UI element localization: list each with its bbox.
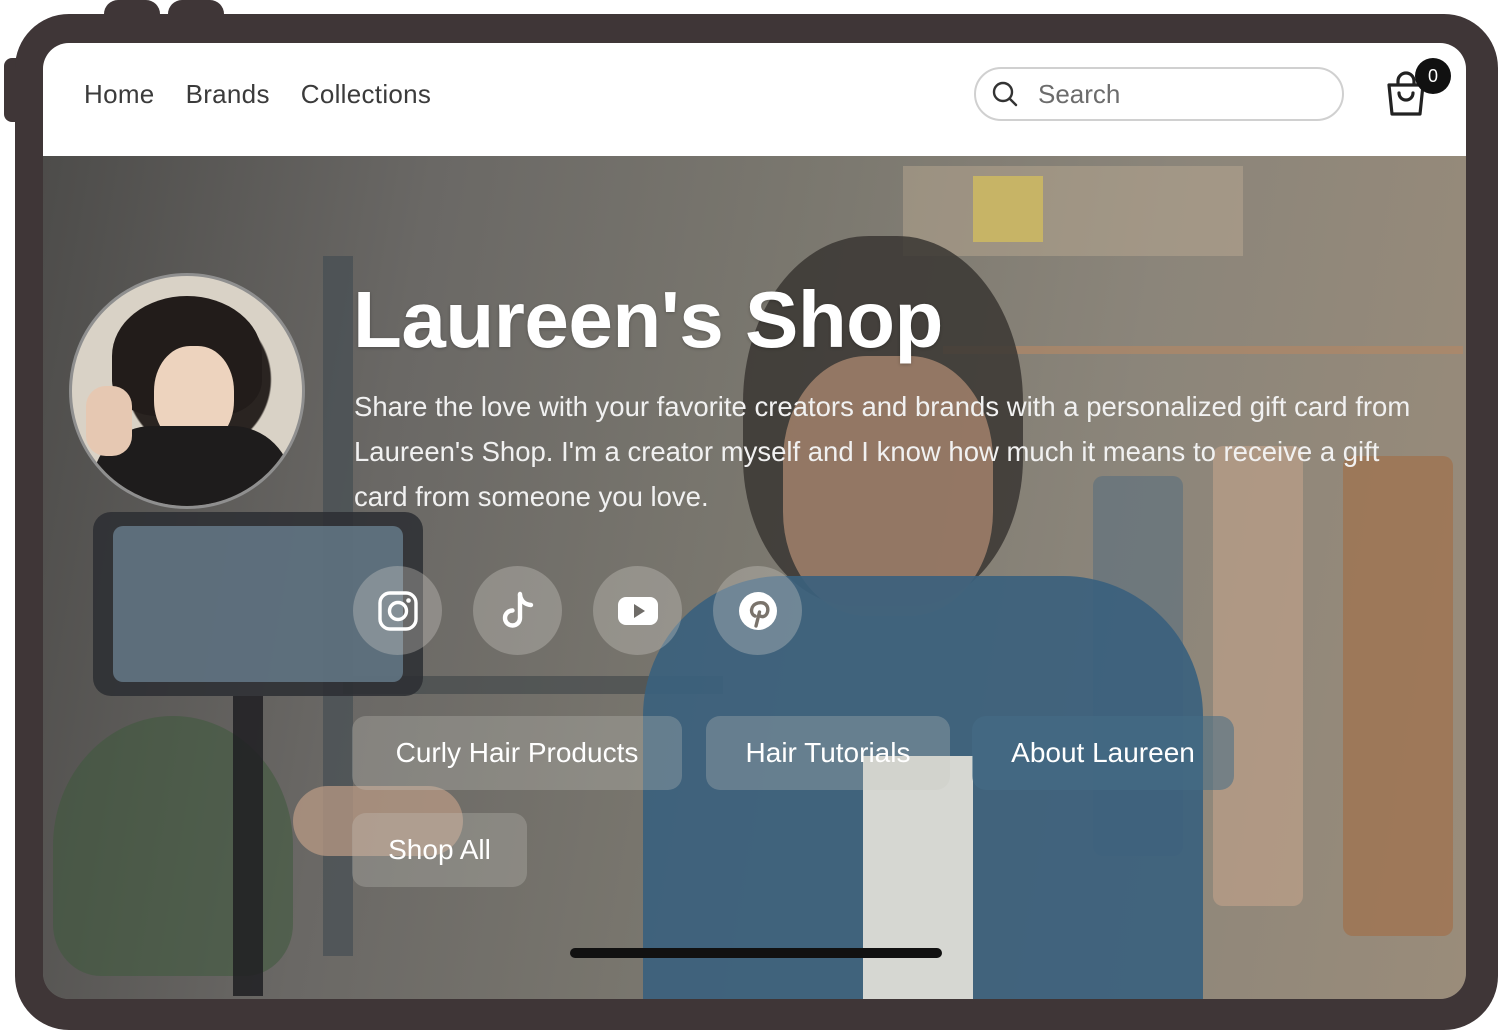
pinterest-icon (738, 591, 777, 630)
background-tripod (233, 696, 263, 996)
search-input[interactable] (1036, 77, 1330, 111)
nav-link-brands[interactable]: Brands (186, 79, 270, 110)
youtube-icon (617, 596, 658, 625)
nav-link-collections[interactable]: Collections (301, 79, 431, 110)
nav-links: Home Brands Collections (84, 79, 431, 110)
instagram-icon (377, 590, 418, 631)
hero-section: Laureen's Shop Share the love with your … (43, 156, 1466, 999)
social-links (353, 566, 802, 655)
tiktok-button[interactable] (473, 566, 562, 655)
nav-link-home[interactable]: Home (84, 79, 155, 110)
cart-count-badge: 0 (1415, 58, 1451, 94)
background-sticky-note (973, 176, 1043, 242)
youtube-button[interactable] (593, 566, 682, 655)
shop-description: Share the love with your favorite creato… (354, 391, 1411, 512)
curly-hair-products-button[interactable]: Curly Hair Products (352, 716, 682, 790)
hair-tutorials-button[interactable]: Hair Tutorials (706, 716, 950, 790)
background-box (903, 166, 1243, 256)
about-laureen-button[interactable]: About Laureen (972, 716, 1234, 790)
background-person-shirt (863, 756, 973, 999)
tiktok-icon (502, 591, 533, 628)
home-indicator[interactable] (570, 948, 942, 958)
shop-all-button[interactable]: Shop All (352, 813, 527, 887)
background-clothes-rack (943, 346, 1463, 354)
tablet-screen: Home Brands Collections 0 (43, 43, 1466, 999)
search-icon (992, 81, 1018, 107)
shop-title: Laureen's Shop (353, 275, 943, 364)
instagram-button[interactable] (353, 566, 442, 655)
avatar (69, 273, 305, 509)
top-navigation: Home Brands Collections 0 (43, 43, 1466, 156)
background-clothing (1343, 456, 1453, 936)
pinterest-button[interactable] (713, 566, 802, 655)
search-bar[interactable] (974, 67, 1344, 121)
